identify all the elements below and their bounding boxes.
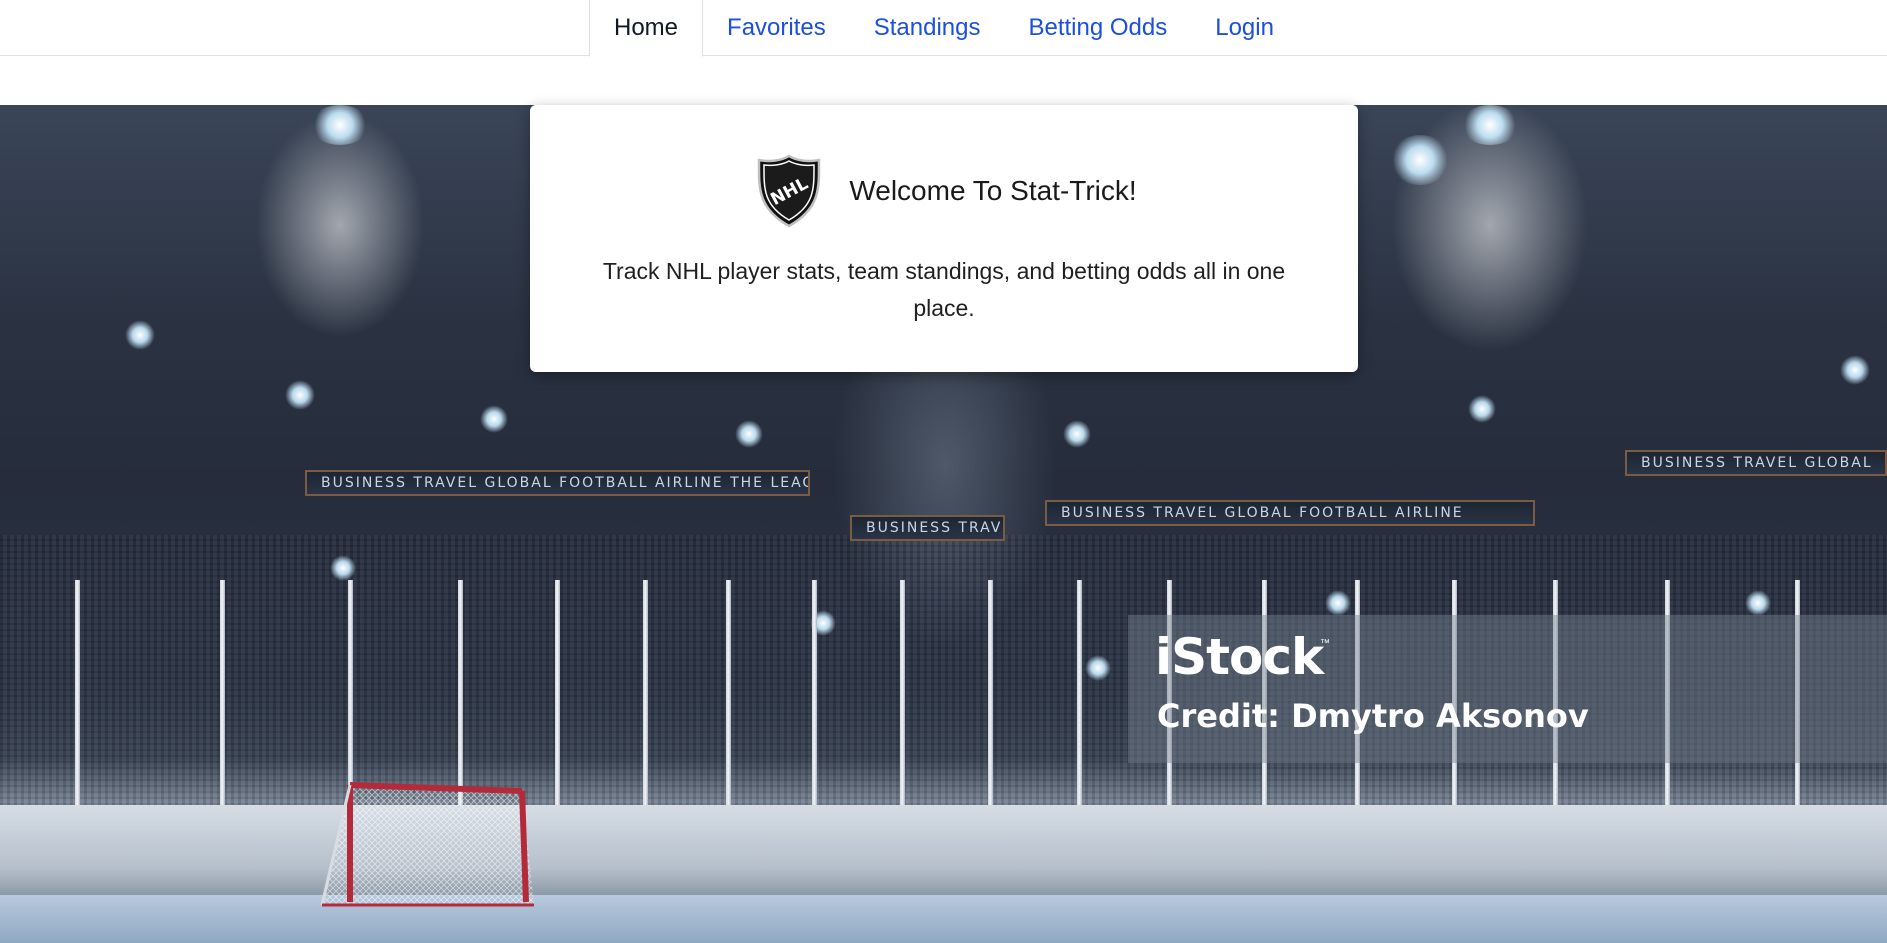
tab-login[interactable]: Login	[1191, 0, 1298, 56]
welcome-card: NHL Welcome To Stat-Trick! Track NHL pla…	[530, 105, 1358, 372]
glass-post	[726, 580, 731, 820]
arena-spotlight	[1325, 590, 1351, 616]
glass-post	[900, 580, 905, 820]
arena-spotlight	[1460, 105, 1520, 145]
istock-watermark: iStock	[1155, 628, 1324, 686]
arena-spotlight	[310, 105, 370, 145]
tab-betting-odds-label: Betting Odds	[1028, 14, 1168, 41]
tab-favorites[interactable]: Favorites	[703, 0, 850, 56]
welcome-description: Track NHL player stats, team standings, …	[602, 258, 1286, 321]
glass-post	[988, 580, 993, 820]
arena-banner: BUSINESS TRAVEL GLOBAL	[1625, 450, 1887, 476]
arena-spotlight	[1745, 590, 1771, 616]
glass-post	[643, 580, 648, 820]
arena-banner-text: BUSINESS TRAVEL GLOBAL FOOTBALL AIRLINE …	[321, 475, 810, 491]
ice-surface	[0, 895, 1887, 943]
arena-banner: BUSINESS TRAVEL GLOBAL FOOTBALL AIRLINE	[1045, 500, 1535, 526]
arena-spotlight	[1063, 420, 1091, 448]
hockey-net-icon	[320, 782, 534, 907]
tab-home[interactable]: Home	[589, 0, 704, 57]
nav-tabs: Home Favorites Standings Betting Odds Lo…	[589, 0, 1298, 57]
tab-favorites-label: Favorites	[727, 14, 826, 41]
arena-spotlight	[1085, 655, 1111, 681]
arena-banner: BUSINESS TRAVEL GLOBAL FOOTBALL AIRLINE …	[305, 470, 810, 496]
arena-spotlight	[1390, 135, 1450, 185]
arena-banner: BUSINESS TRAVEL	[850, 515, 1005, 541]
arena-spotlight	[285, 380, 315, 410]
arena-spotlight	[330, 555, 356, 581]
rink-boards	[0, 805, 1887, 895]
arena-banner-text: BUSINESS TRAVEL GLOBAL	[1641, 455, 1873, 471]
arena-banner-text: BUSINESS TRAVEL GLOBAL FOOTBALL AIRLINE	[1061, 505, 1464, 521]
nhl-shield-logo-icon: NHL	[758, 154, 821, 228]
glass-post	[1077, 580, 1082, 820]
arena-spotlight	[125, 320, 155, 350]
glass-post	[75, 580, 80, 820]
arena-banner-text: BUSINESS TRAVEL	[866, 520, 1003, 536]
tab-standings-label: Standings	[873, 14, 981, 41]
tab-betting-odds[interactable]: Betting Odds	[1004, 0, 1191, 56]
trademark-symbol: ™	[1320, 638, 1330, 649]
arena-spotlight	[480, 405, 508, 433]
tab-login-label: Login	[1215, 14, 1274, 41]
glass-post	[812, 580, 817, 820]
welcome-title: Welcome To Stat-Trick!	[849, 175, 1137, 206]
tab-standings[interactable]: Standings	[850, 0, 1005, 56]
tab-home-label: Home	[614, 14, 679, 41]
glass-post	[220, 580, 225, 820]
glass-post	[555, 580, 560, 820]
arena-spotlight	[1840, 355, 1870, 385]
arena-spotlight	[1468, 395, 1496, 423]
welcome-header: NHL Welcome To Stat-Trick!	[530, 153, 1358, 229]
arena-spotlight	[735, 420, 763, 448]
photo-credit: Credit: Dmytro Aksonov	[1157, 697, 1589, 735]
top-navigation-bar: Home Favorites Standings Betting Odds Lo…	[0, 0, 1887, 57]
